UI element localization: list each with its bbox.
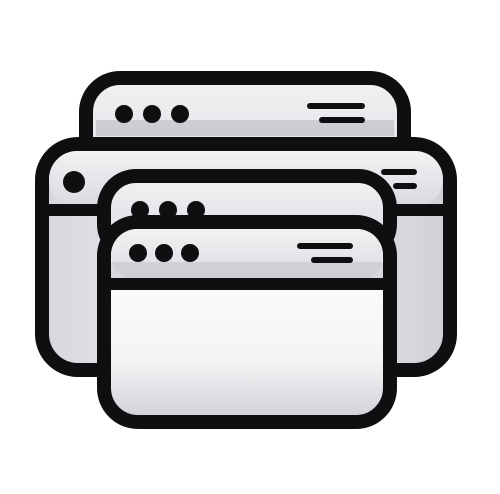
window-dot-icon [155,244,173,262]
front-window [97,169,397,429]
front-window-bar-shadow [111,262,383,280]
window-dot-icon [143,105,161,123]
window-dot-icon [63,171,85,193]
window-dot-icon [129,244,147,262]
icon-stage [0,0,500,494]
window-dot-icon [181,244,199,262]
window-dot-icon [171,105,189,123]
window-dot-icon [115,105,133,123]
browser-windows-stack-icon [35,71,457,429]
